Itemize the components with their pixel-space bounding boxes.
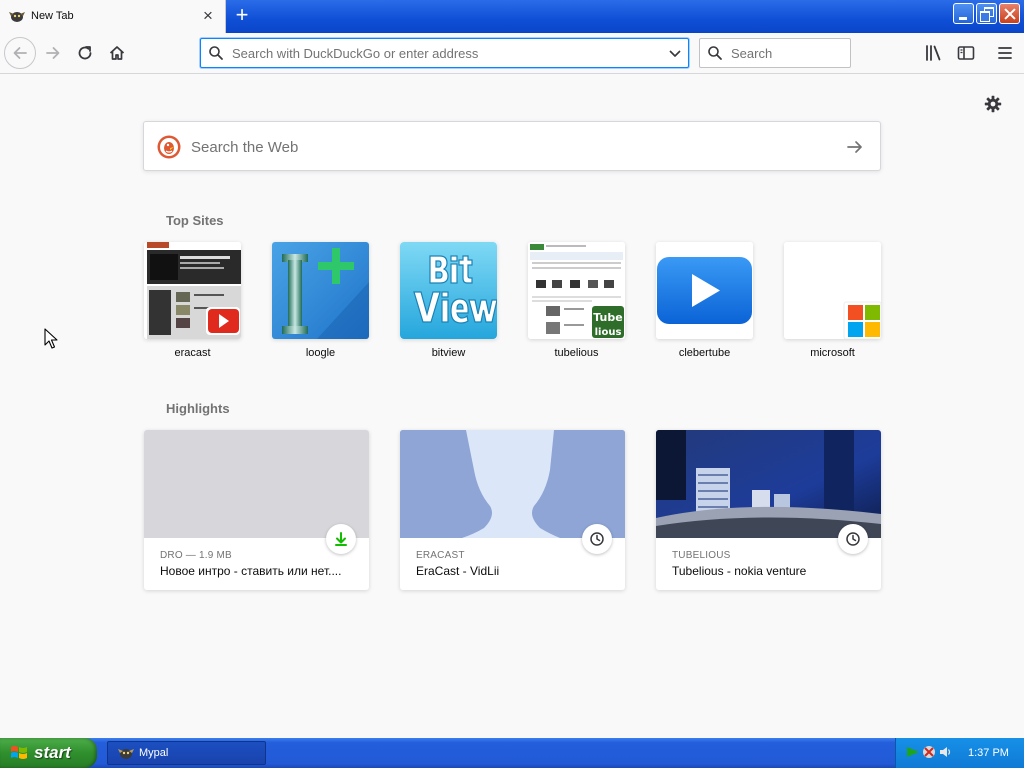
- tab-new-tab[interactable]: New Tab ×: [0, 0, 226, 33]
- site-label: loogle: [305, 347, 336, 359]
- search-bar[interactable]: [699, 38, 851, 68]
- search-input[interactable]: [731, 44, 841, 62]
- site-label: tubelious: [554, 347, 599, 359]
- gear-icon[interactable]: [984, 95, 1002, 113]
- site-thumbnail: [656, 242, 753, 339]
- mypal-app-icon: [118, 749, 134, 759]
- start-button[interactable]: start: [0, 738, 97, 768]
- address-bar[interactable]: [200, 38, 689, 68]
- highlight-context: DRO — 1.9 MB: [160, 550, 232, 561]
- arrow-right-icon[interactable]: [845, 137, 865, 157]
- site-thumbnail: [144, 242, 241, 339]
- back-arrow-icon: [13, 47, 27, 59]
- sidebar-toggle-icon[interactable]: [956, 43, 976, 63]
- svg-text:lious: lious: [595, 327, 622, 338]
- highlight-title: Tubelious - nokia venture: [672, 564, 807, 578]
- reload-icon: [78, 46, 92, 60]
- security-alert-icon[interactable]: [922, 745, 936, 759]
- highlight-title: EraCast - VidLii: [416, 564, 500, 578]
- minimize-button[interactable]: [953, 3, 974, 24]
- volume-icon[interactable]: [938, 745, 952, 759]
- duckduckgo-logo-icon: [157, 135, 181, 159]
- title-bar: New Tab × +: [0, 0, 1024, 33]
- windows-taskbar: start Mypal 1:37 PM: [0, 738, 1024, 768]
- hamburger-menu-icon[interactable]: [995, 43, 1015, 63]
- library-icon[interactable]: [924, 43, 944, 63]
- top-site-microsoft[interactable]: microsoft: [784, 242, 881, 359]
- mouse-pointer-icon: [44, 328, 58, 349]
- system-tray: 1:37 PM: [895, 738, 1024, 768]
- highlights-title: Highlights: [166, 401, 230, 416]
- top-site-clebertube[interactable]: clebertube: [656, 242, 753, 359]
- address-input[interactable]: [232, 44, 652, 62]
- system-clock: 1:37 PM: [968, 747, 1009, 759]
- start-label: start: [34, 743, 71, 762]
- site-label: eracast: [174, 347, 211, 359]
- top-site-tubelious[interactable]: Tube lious tubelious: [528, 242, 625, 359]
- highlight-title: Новое интро - ставить или нет....: [160, 564, 342, 578]
- windows-flag-icon: [11, 746, 27, 759]
- highlight-context: TUBELIOUS: [672, 550, 731, 561]
- top-site-eracast[interactable]: eracast: [144, 242, 241, 359]
- clock-icon: [590, 532, 604, 546]
- taskbar-item-label: Mypal: [139, 747, 169, 759]
- site-label: clebertube: [678, 347, 731, 359]
- close-window-button[interactable]: [999, 3, 1020, 24]
- new-tab-page: Top Sites er: [0, 75, 1024, 738]
- top-sites-title: Top Sites: [166, 213, 224, 228]
- navigation-toolbar: [0, 33, 1024, 74]
- highlight-card[interactable]: TUBELIOUS Tubelious - nokia venture: [656, 430, 881, 590]
- new-tab-button[interactable]: +: [231, 4, 253, 28]
- home-button[interactable]: [102, 39, 132, 67]
- site-thumbnail: Tube lious: [528, 242, 625, 339]
- clock-icon: [846, 532, 860, 546]
- download-badge: [326, 524, 356, 554]
- highlight-preview: [144, 430, 369, 538]
- web-search-input[interactable]: [191, 136, 811, 158]
- chevron-down-icon[interactable]: [668, 46, 682, 60]
- highlight-card[interactable]: DRO — 1.9 MB Новое интро - ставить или н…: [144, 430, 369, 590]
- site-thumbnail: [272, 242, 369, 339]
- web-search-box[interactable]: [143, 121, 881, 171]
- search-icon: [708, 46, 722, 60]
- site-label: bitview: [431, 347, 466, 359]
- top-site-bitview[interactable]: bitview: [400, 242, 497, 359]
- network-icon[interactable]: [906, 745, 920, 759]
- tab-close-icon[interactable]: ×: [198, 6, 218, 26]
- reload-button[interactable]: [70, 39, 100, 67]
- forward-button[interactable]: [38, 39, 68, 67]
- tab-title: New Tab: [31, 10, 74, 22]
- tubelious-logo-text: Tube: [593, 311, 622, 324]
- highlight-preview: [400, 430, 625, 538]
- back-button[interactable]: [4, 37, 36, 69]
- mypal-favicon-icon: [9, 12, 25, 22]
- site-label: microsoft: [810, 347, 855, 359]
- highlight-context: ERACAST: [416, 550, 465, 561]
- highlight-preview: [656, 430, 881, 538]
- site-thumbnail: [400, 242, 497, 339]
- forward-arrow-icon: [46, 47, 60, 59]
- top-site-loogle[interactable]: loogle: [272, 242, 369, 359]
- restore-button[interactable]: [976, 3, 997, 24]
- clock-badge: [582, 524, 612, 554]
- site-thumbnail: [784, 242, 881, 339]
- taskbar-item-mypal[interactable]: Mypal: [107, 741, 266, 765]
- highlight-card[interactable]: ERACAST EraCast - VidLii: [400, 430, 625, 590]
- clock-badge: [838, 524, 868, 554]
- download-icon: [335, 532, 347, 546]
- home-icon: [109, 46, 125, 60]
- search-icon: [209, 46, 223, 60]
